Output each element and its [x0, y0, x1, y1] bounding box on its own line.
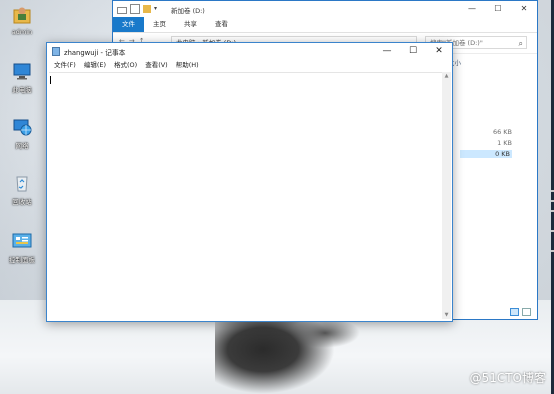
menu-file[interactable]: 文件(F): [50, 60, 80, 70]
desktop-icon-label: 此电脑: [12, 86, 32, 94]
check-icon[interactable]: [130, 4, 140, 14]
desktop-icon-recycle-bin[interactable]: 回收站: [1, 172, 43, 206]
computer-icon: [11, 60, 33, 82]
explorer-title: 新加卷 (D:): [171, 7, 205, 15]
close-button[interactable]: ✕: [511, 1, 537, 17]
menu-view[interactable]: 查看(V): [141, 60, 172, 70]
menu-format[interactable]: 格式(O): [110, 60, 141, 70]
close-button[interactable]: ✕: [426, 43, 452, 60]
minimize-button[interactable]: —: [459, 1, 485, 17]
menu-help[interactable]: 帮助(H): [172, 60, 203, 70]
notepad-window[interactable]: zhangwuji - 记事本 — ☐ ✕ 文件(F) 编辑(E) 格式(O) …: [46, 42, 453, 322]
text-caret: [50, 76, 51, 84]
scroll-up-icon[interactable]: ▲: [442, 73, 451, 79]
view-toggle: [510, 308, 531, 316]
explorer-titlebar[interactable]: ▾ 新加卷 (D:) — ☐ ✕: [113, 1, 537, 17]
desktop-icon-label: 回收站: [12, 198, 32, 206]
vertical-scrollbar[interactable]: ▲ ▼: [442, 72, 451, 319]
search-icon: ⌕: [518, 39, 523, 48]
desktop-icon-label: admin: [11, 28, 33, 36]
file-size: 66 KB: [492, 128, 512, 136]
desktop-icon-label: 网络: [15, 142, 29, 150]
text-editor-area[interactable]: [49, 72, 442, 319]
properties-icon[interactable]: [117, 6, 127, 14]
minimize-button[interactable]: —: [374, 43, 400, 60]
folder-icon[interactable]: [143, 5, 151, 13]
network-icon: [11, 116, 33, 138]
details-view-icon[interactable]: [510, 308, 519, 316]
maximize-button[interactable]: ☐: [485, 1, 511, 17]
desktop-icon-control-panel[interactable]: 控制面板: [1, 230, 43, 264]
tab-view[interactable]: 查看: [206, 17, 237, 32]
file-size: 1 KB: [497, 139, 512, 147]
desktop-icon-admin[interactable]: admin: [1, 4, 43, 36]
desktop-icon-label: 控制面板: [9, 256, 35, 264]
notepad-icon: [52, 47, 60, 56]
large-icons-view-icon[interactable]: [522, 308, 531, 316]
dropdown-icon[interactable]: ▾: [154, 5, 162, 13]
maximize-button[interactable]: ☐: [400, 43, 426, 60]
ribbon-tabs: 文件 主页 共享 查看: [113, 17, 537, 33]
tab-share[interactable]: 共享: [175, 17, 206, 32]
notepad-title: zhangwuji - 记事本: [64, 49, 126, 57]
scroll-down-icon[interactable]: ▼: [442, 312, 451, 318]
tab-file[interactable]: 文件: [113, 17, 144, 32]
quick-access-toolbar: ▾: [117, 4, 162, 14]
desktop-icon-network[interactable]: 网络: [1, 116, 43, 150]
control-panel-icon: [11, 230, 33, 252]
notepad-menubar: 文件(F) 编辑(E) 格式(O) 查看(V) 帮助(H): [47, 60, 452, 70]
menu-edit[interactable]: 编辑(E): [80, 60, 110, 70]
notepad-titlebar[interactable]: zhangwuji - 记事本 — ☐ ✕: [47, 43, 452, 60]
user-folder-icon: [11, 4, 33, 26]
watermark: @51CTO博客: [469, 371, 546, 385]
desktop-icon-this-pc[interactable]: 此电脑: [1, 60, 43, 94]
recycle-bin-icon: [11, 172, 33, 194]
file-size-selected[interactable]: 0 KB: [460, 150, 512, 158]
tab-home[interactable]: 主页: [144, 17, 175, 32]
